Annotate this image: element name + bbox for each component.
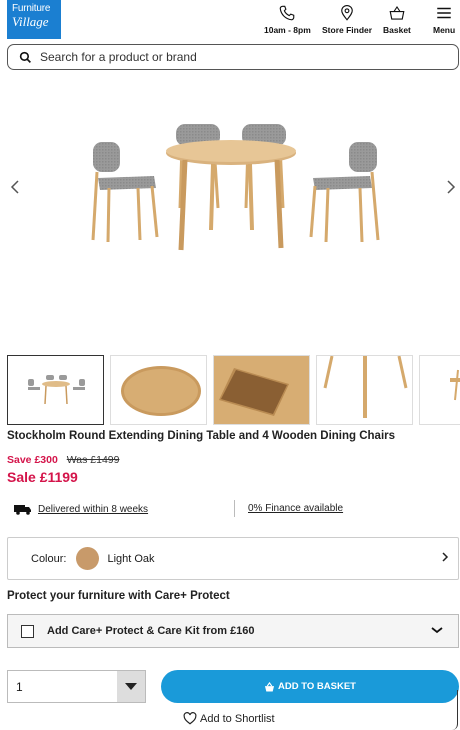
product-title: Stockholm Round Extending Dining Table a… xyxy=(7,430,396,442)
page-edge-scroll xyxy=(452,690,458,730)
colour-swatch xyxy=(76,547,100,570)
savings-line: Save £300 Was £1499 xyxy=(7,454,119,466)
search-icon xyxy=(19,51,31,63)
colour-label: Colour: xyxy=(31,552,67,565)
menu-button[interactable]: Menu xyxy=(433,4,455,35)
caret-down-icon xyxy=(125,682,137,690)
thumbnail-2[interactable] xyxy=(110,355,207,425)
delivery-info[interactable]: Delivered within 8 weeks xyxy=(14,503,148,515)
site-header: Furniture Village 10am - 8pm Store Finde… xyxy=(0,0,460,44)
basket-icon xyxy=(264,681,275,692)
search-bar[interactable] xyxy=(7,44,459,70)
shortlist-label: Add to Shortlist xyxy=(200,712,275,725)
menu-label: Menu xyxy=(433,25,456,35)
was-price: Was £1499 xyxy=(66,454,120,466)
chevron-left-icon xyxy=(10,180,19,194)
phone-icon xyxy=(280,5,295,21)
heart-icon xyxy=(183,712,197,725)
delivery-link[interactable]: Delivered within 8 weeks xyxy=(38,504,148,515)
basket-icon xyxy=(389,5,405,20)
logo-line2: Village xyxy=(12,14,49,29)
care-option-label: Add Care+ Protect & Care Kit from £160 xyxy=(47,625,255,637)
store-finder-label: Store Finder xyxy=(322,25,373,35)
thumbnail-4[interactable] xyxy=(316,355,413,425)
gallery-prev-button[interactable] xyxy=(10,180,20,199)
quantity-dropdown-button[interactable] xyxy=(117,671,145,702)
basket-label: Basket xyxy=(383,25,411,35)
care-protect-option[interactable]: Add Care+ Protect & Care Kit from £160 xyxy=(7,614,459,648)
chevron-down-icon[interactable] xyxy=(430,623,444,640)
thumbnail-5[interactable] xyxy=(419,355,460,425)
hours-label: 10am - 8pm xyxy=(264,25,311,35)
care-heading: Protect your furniture with Care+ Protec… xyxy=(7,590,230,602)
finance-link[interactable]: 0% Finance available xyxy=(248,503,343,514)
thumbnail-1[interactable] xyxy=(7,355,104,425)
gallery-next-button[interactable] xyxy=(446,180,456,199)
delivery-truck-icon xyxy=(14,505,31,515)
divider xyxy=(234,500,235,517)
care-checkbox[interactable] xyxy=(21,624,34,638)
add-to-basket-button[interactable]: ADD TO BASKET xyxy=(161,670,459,703)
add-to-shortlist-link[interactable]: Add to Shortlist xyxy=(183,712,275,725)
location-pin-icon xyxy=(341,5,353,21)
quantity-select[interactable]: 1 xyxy=(7,670,146,703)
hamburger-menu-icon xyxy=(437,7,451,19)
thumbnail-strip xyxy=(7,355,460,425)
save-amount: Save £300 xyxy=(7,454,58,466)
chevron-right-icon xyxy=(442,551,449,565)
store-finder-link[interactable]: Store Finder xyxy=(322,4,372,35)
logo-line1: Furniture xyxy=(12,3,51,14)
basket-link[interactable]: Basket xyxy=(383,4,411,35)
add-to-basket-label: ADD TO BASKET xyxy=(278,681,356,692)
product-main-image[interactable] xyxy=(0,80,460,342)
thumbnail-3[interactable] xyxy=(213,355,310,425)
colour-value: Light Oak xyxy=(107,552,155,565)
furniture-village-logo[interactable]: Furniture Village xyxy=(7,0,61,39)
sale-price: Sale £1199 xyxy=(7,469,78,485)
colour-selector[interactable]: Colour: Light Oak xyxy=(7,537,459,580)
quantity-value: 1 xyxy=(16,679,23,694)
search-input[interactable] xyxy=(40,50,420,64)
opening-hours-link[interactable]: 10am - 8pm xyxy=(264,4,311,35)
chevron-right-icon xyxy=(447,180,456,194)
